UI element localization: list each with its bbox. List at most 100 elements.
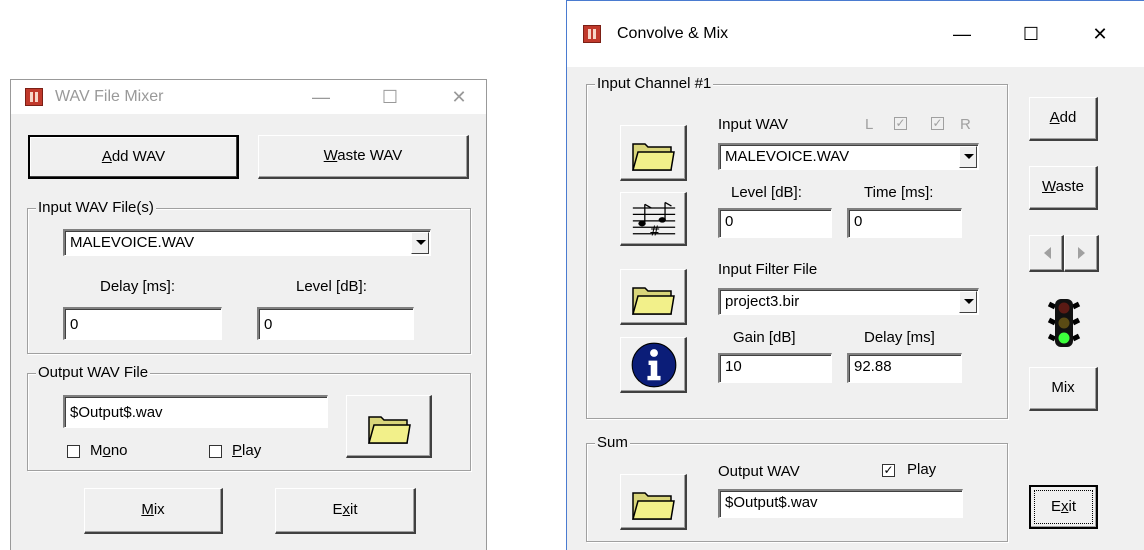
play-label[interactable]: Play — [907, 461, 936, 478]
info-icon — [631, 342, 677, 388]
delay-label: Delay [ms] — [864, 329, 935, 346]
chevron-down-icon[interactable] — [959, 291, 977, 313]
time-input[interactable]: 0 — [847, 208, 962, 238]
add-wav-label-key: A — [101, 148, 112, 165]
output-wav-input[interactable]: $Output$.wav — [63, 395, 328, 428]
filter-file-label: Input Filter File — [718, 261, 818, 278]
waste-wav-button[interactable]: Waste WAV — [258, 135, 469, 179]
app-icon — [25, 88, 43, 106]
title-bar[interactable]: WAV File Mixer — ☐ ✕ — [11, 80, 486, 114]
add-label-key: A — [1049, 109, 1060, 126]
folder-icon — [632, 491, 675, 520]
close-button[interactable]: ✕ — [1077, 19, 1123, 49]
level-label: Level [dB]: — [296, 278, 367, 295]
mix-button[interactable]: Mix — [1029, 367, 1098, 411]
filter-file-value: project3.bir — [725, 293, 800, 310]
waste-button[interactable]: Waste — [1029, 166, 1098, 210]
time-label: Time [ms]: — [864, 184, 934, 201]
folder-icon — [632, 286, 675, 315]
input-wav-label: Input WAV — [718, 116, 789, 133]
minimize-button[interactable]: — — [298, 82, 344, 112]
input-wav-group-label: Input WAV File(s) — [36, 199, 156, 216]
mono-label-key: o — [102, 442, 111, 459]
mix-button[interactable]: Mix — [84, 488, 223, 534]
input-wav-value: MALEVOICE.WAV — [70, 234, 195, 251]
exit-button[interactable]: Exit — [1029, 485, 1098, 529]
channel-r-label: R — [960, 116, 971, 133]
info-button[interactable] — [620, 337, 687, 393]
waste-label-key: W — [1042, 178, 1056, 195]
wav-file-mixer-window: WAV File Mixer — ☐ ✕ Add WAV Waste WAV I… — [10, 79, 487, 550]
sum-group-label: Sum — [595, 434, 630, 451]
mono-label-post: no — [110, 442, 128, 459]
exit-label-post: it — [350, 501, 358, 518]
gain-input[interactable]: 10 — [718, 353, 832, 383]
add-button[interactable]: Add — [1029, 97, 1098, 141]
mono-checkbox[interactable] — [67, 445, 80, 458]
music-notes-button[interactable]: # — [620, 192, 687, 246]
exit-label-pre: E — [332, 501, 343, 518]
maximize-button[interactable]: ☐ — [367, 82, 413, 112]
exit-label-pre: E — [1050, 498, 1061, 515]
next-channel-button[interactable] — [1064, 235, 1099, 272]
chevron-down-icon[interactable] — [959, 146, 977, 168]
mono-label[interactable]: Mono — [90, 442, 128, 459]
delay-label: Delay [ms]: — [100, 278, 176, 295]
music-notes-icon: # — [632, 201, 676, 238]
exit-button[interactable]: Exit — [275, 488, 416, 534]
chevron-down-icon[interactable] — [411, 232, 429, 254]
play-label[interactable]: Play — [232, 442, 261, 459]
level-label: Level [dB]: — [731, 184, 802, 201]
window-title: Convolve & Mix — [617, 25, 729, 42]
svg-text:#: # — [649, 225, 660, 238]
play-label-post: lay — [242, 442, 262, 459]
waste-wav-label-post: aste WAV — [337, 147, 403, 164]
play-checkbox[interactable] — [209, 445, 222, 458]
traffic-light-icon — [1047, 299, 1081, 347]
waste-label-post: aste — [1055, 178, 1084, 195]
delay-input[interactable]: 0 — [63, 307, 222, 340]
output-wav-input[interactable]: $Output$.wav — [718, 489, 963, 518]
close-button[interactable]: ✕ — [436, 82, 482, 112]
triangle-right-icon — [1078, 247, 1085, 259]
add-wav-label-post: dd WAV — [111, 148, 166, 165]
input-wav-value: MALEVOICE.WAV — [725, 148, 850, 165]
input-channel-group-label: Input Channel #1 — [595, 75, 714, 92]
convolve-mix-window: Convolve & Mix — ☐ ✕ Input Channel #1 # — [566, 0, 1144, 550]
play-checkbox[interactable]: ✓ — [882, 464, 895, 477]
add-wav-button[interactable]: Add WAV — [28, 135, 239, 179]
exit-label-key: x — [342, 501, 351, 518]
waste-wav-label-key: W — [323, 147, 338, 164]
window-title: WAV File Mixer — [55, 88, 164, 105]
level-input[interactable]: 0 — [718, 208, 832, 238]
filter-file-select[interactable]: project3.bir — [718, 288, 979, 315]
folder-icon — [632, 142, 675, 171]
mix-label-post: ix — [153, 501, 165, 518]
previous-channel-button[interactable] — [1029, 235, 1064, 272]
delay-input[interactable]: 92.88 — [847, 353, 962, 383]
mix-label-key: M — [141, 501, 154, 518]
app-icon — [583, 25, 601, 43]
minimize-button[interactable]: — — [939, 19, 985, 49]
filter-browse-button[interactable] — [620, 269, 687, 325]
play-label-key: P — [232, 442, 243, 459]
maximize-button[interactable]: ☐ — [1008, 19, 1054, 49]
mono-label-pre: M — [90, 442, 103, 459]
channel-r-checkbox[interactable]: ✓ — [931, 117, 944, 130]
output-wav-label: Output WAV — [718, 463, 800, 480]
channel-l-checkbox[interactable]: ✓ — [894, 117, 907, 130]
exit-label-post: it — [1068, 498, 1077, 515]
input-wav-select[interactable]: MALEVOICE.WAV — [63, 229, 431, 256]
level-input[interactable]: 0 — [257, 307, 414, 340]
add-label-post: dd — [1059, 109, 1077, 126]
input-wav-browse-button[interactable] — [620, 125, 687, 181]
folder-icon — [367, 416, 411, 444]
title-bar[interactable]: Convolve & Mix — ☐ ✕ — [567, 1, 1144, 67]
exit-label-key: x — [1061, 498, 1069, 515]
input-wav-select[interactable]: MALEVOICE.WAV — [718, 143, 979, 170]
output-browse-button[interactable] — [346, 395, 432, 458]
output-browse-button[interactable] — [620, 474, 687, 530]
gain-label: Gain [dB] — [733, 329, 796, 346]
output-wav-group-label: Output WAV File — [36, 364, 151, 381]
channel-l-label: L — [865, 116, 874, 133]
